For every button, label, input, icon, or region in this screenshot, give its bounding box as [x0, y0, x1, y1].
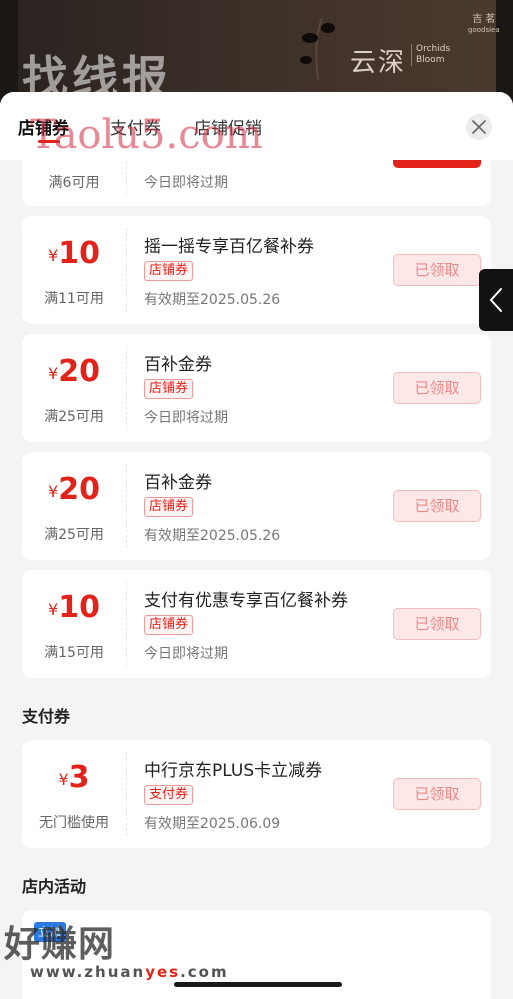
coupon-expiry: 有效期至2025.05.26 — [144, 528, 281, 544]
close-icon — [472, 120, 486, 134]
coupon-condition: 满11可用 — [44, 291, 104, 307]
banner-subtitle: Orchids Bloom — [411, 44, 461, 66]
coupon-expiry: 有效期至2025.06.09 — [144, 816, 281, 832]
claim-button[interactable] — [393, 160, 481, 168]
claimed-button[interactable]: 已领取 — [393, 778, 481, 810]
coupon-tag: 支付券 — [144, 785, 194, 805]
coupon-condition: 满25可用 — [44, 527, 104, 543]
card-divider — [126, 346, 127, 430]
orchid-icon — [300, 17, 335, 80]
coupon-card: ¥20 满25可用 百补金券 店铺券 有效期至2025.05.26 已领取 — [22, 452, 491, 560]
coupon-tag: 店铺券 — [144, 615, 194, 635]
side-drawer-handle[interactable] — [479, 269, 513, 331]
watermark-bottom-url: www.zhuanyes.com — [30, 963, 229, 981]
claimed-button[interactable]: 已领取 — [393, 254, 481, 286]
card-divider — [126, 752, 127, 836]
card-divider — [126, 464, 127, 548]
coupon-condition: 满15可用 — [44, 645, 104, 661]
tab-bar: 店铺券 支付券 店铺促销 Taolu5.com — [0, 92, 513, 160]
coupon-title: 摇一摇专享百亿餐补券 — [144, 237, 314, 257]
coupon-expiry: 今日即将过期 — [144, 175, 228, 191]
brand-logo: 吉 茗 goodsiea — [468, 14, 500, 34]
coupon-amount: ¥10 — [48, 236, 100, 271]
watermark-bottom: 好赚网 — [4, 924, 116, 965]
coupon-tag: 店铺券 — [144, 379, 194, 399]
claimed-button[interactable]: 已领取 — [393, 372, 481, 404]
active-tab-indicator — [38, 140, 60, 143]
coupon-title: 支付有优惠专享百亿餐补券 — [144, 591, 348, 611]
coupon-title: 百补金券 — [144, 355, 212, 375]
section-title-store-activities: 店内活动 — [22, 877, 87, 896]
claimed-button[interactable]: 已领取 — [393, 490, 481, 522]
coupon-expiry: 有效期至2025.05.26 — [144, 292, 281, 308]
tab-pay-coupons[interactable]: 支付券 — [110, 114, 161, 139]
card-divider — [126, 228, 127, 312]
coupon-condition: 满25可用 — [44, 409, 104, 425]
tab-store-coupons[interactable]: 店铺券 — [18, 114, 69, 139]
coupon-title: 百补金券 — [144, 473, 212, 493]
coupon-amount: ¥20 — [48, 472, 100, 507]
coupon-expiry: 今日即将过期 — [144, 410, 228, 426]
tab-store-promotions[interactable]: 店铺促销 — [194, 114, 262, 139]
coupon-sheet: 店铺券 支付券 店铺促销 Taolu5.com 满6可用 今日即将过期 ¥10 … — [0, 92, 513, 999]
close-button[interactable] — [466, 114, 492, 140]
coupon-card: ¥10 满11可用 摇一摇专享百亿餐补券 店铺券 有效期至2025.05.26 … — [22, 216, 491, 324]
coupon-condition: 无门槛使用 — [39, 815, 109, 831]
claimed-button[interactable]: 已领取 — [393, 608, 481, 640]
card-divider — [126, 582, 127, 666]
banner-title: 云深 — [350, 48, 407, 78]
coupon-title: 中行京东PLUS卡立减券 — [144, 761, 323, 781]
coupon-amount: ¥20 — [48, 354, 100, 389]
coupon-expiry: 今日即将过期 — [144, 646, 228, 662]
coupon-list[interactable]: 满6可用 今日即将过期 ¥10 满11可用 摇一摇专享百亿餐补券 店铺券 有效期… — [0, 160, 513, 999]
coupon-condition: 满6可用 — [48, 175, 100, 191]
chevron-left-icon — [489, 288, 502, 312]
card-divider — [126, 160, 127, 194]
coupon-card: 满6可用 今日即将过期 — [22, 160, 491, 206]
coupon-tag: 店铺券 — [144, 497, 194, 517]
section-title-pay-coupons: 支付券 — [22, 707, 71, 726]
home-indicator[interactable] — [174, 982, 342, 987]
coupon-card: ¥3 无门槛使用 中行京东PLUS卡立减券 支付券 有效期至2025.06.09… — [22, 740, 491, 848]
coupon-amount: ¥3 — [58, 760, 90, 795]
coupon-amount: ¥10 — [48, 590, 100, 625]
coupon-card: ¥10 满15可用 支付有优惠专享百亿餐补券 店铺券 今日即将过期 已领取 — [22, 570, 491, 678]
coupon-tag: 店铺券 — [144, 261, 194, 281]
coupon-card: ¥20 满25可用 百补金券 店铺券 今日即将过期 已领取 — [22, 334, 491, 442]
